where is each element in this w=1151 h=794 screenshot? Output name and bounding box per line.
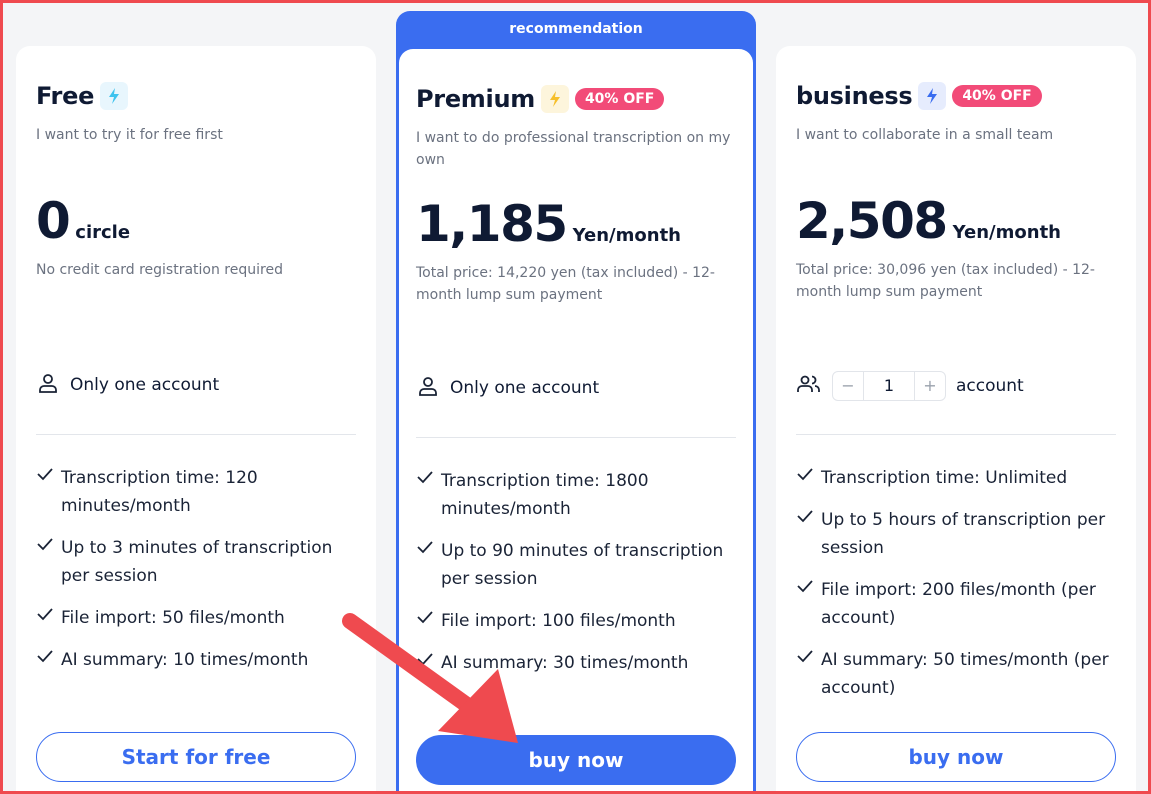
check-icon (416, 467, 441, 523)
feature-item: AI summary: 50 times/month (per account) (796, 646, 1118, 702)
feature-text: Up to 5 hours of transcription per sessi… (821, 510, 1106, 558)
check-icon (796, 576, 821, 632)
check-icon (36, 604, 61, 632)
discount-badge: 40% OFF (952, 85, 1042, 107)
plan-description: I want to collaborate in a small team (796, 127, 1054, 143)
account-text: Only one account (70, 375, 220, 395)
plan-description: I want to do professional transcription … (416, 130, 731, 168)
price: 1,185 Yen/month (416, 195, 681, 253)
account-row: − 1 + account (796, 371, 1024, 401)
price-note: No credit card registration required (36, 262, 283, 278)
plan-header: Premium 40% OFF (416, 85, 665, 113)
feature-text: File import: 50 files/month (61, 608, 285, 628)
feature-text: Transcription time: Unlimited (821, 468, 1068, 488)
price-note: Total price: 30,096 yen (tax included) -… (796, 262, 1095, 300)
feature-item: Up to 90 minutes of transcription per se… (416, 537, 738, 593)
recommendation-label: recommendation (509, 21, 643, 37)
increment-button[interactable]: + (915, 372, 945, 400)
check-icon (416, 537, 441, 593)
feature-item: File import: 200 files/month (per accoun… (796, 576, 1118, 632)
feature-text: Transcription time: 1800 minutes/month (441, 471, 649, 519)
lightning-icon (540, 85, 569, 113)
decrement-button[interactable]: − (833, 372, 863, 400)
feature-text: File import: 200 files/month (per accoun… (821, 580, 1096, 628)
plan-title: Premium (416, 85, 535, 113)
check-icon (36, 464, 61, 520)
feature-item: Up to 3 minutes of transcription per ses… (36, 534, 358, 590)
feature-text: Up to 90 minutes of transcription per se… (441, 541, 724, 589)
divider (36, 434, 356, 435)
plan-card-business: business 40% OFF I want to collaborate i… (776, 46, 1136, 791)
divider (416, 437, 736, 438)
price-unit: circle (75, 222, 131, 243)
annotation-arrow-icon (342, 613, 518, 743)
plan-card-free: Free I want to try it for free first 0 c… (16, 46, 376, 791)
account-text: account (956, 376, 1024, 396)
price: 0 circle (36, 192, 130, 250)
feature-text: AI summary: 50 times/month (per account) (821, 650, 1109, 698)
feature-item: Up to 5 hours of transcription per sessi… (796, 506, 1118, 562)
account-row: Only one account (416, 374, 599, 402)
lightning-icon (918, 82, 947, 110)
feature-item: Transcription time: Unlimited (796, 464, 1118, 492)
plan-title: Free (36, 82, 95, 110)
lightning-icon (100, 82, 129, 110)
price: 2,508 Yen/month (796, 192, 1061, 250)
users-icon (796, 372, 822, 400)
plan-header: business 40% OFF (796, 82, 1042, 110)
feature-item: Transcription time: 120 minutes/month (36, 464, 358, 520)
pricing-screen: Free I want to try it for free first 0 c… (0, 0, 1151, 794)
plan-header: Free (36, 82, 129, 110)
plan-description: I want to try it for free first (36, 127, 223, 143)
feature-item: Transcription time: 1800 minutes/month (416, 467, 738, 523)
price-amount: 2,508 (796, 192, 948, 250)
price-amount: 1,185 (416, 195, 568, 253)
quantity-input[interactable]: 1 (863, 372, 915, 400)
feature-list: Transcription time: 120 minutes/month Up… (36, 464, 358, 688)
divider (796, 434, 1116, 435)
check-icon (36, 646, 61, 674)
price-amount: 0 (36, 192, 71, 250)
feature-text: Transcription time: 120 minutes/month (61, 468, 258, 516)
plan-title: business (796, 82, 913, 110)
user-icon (416, 374, 440, 402)
account-quantity-stepper: − 1 + (832, 371, 946, 401)
check-icon (796, 506, 821, 562)
user-icon (36, 371, 60, 399)
account-row: Only one account (36, 371, 219, 399)
buy-now-button[interactable]: buy now (796, 732, 1116, 782)
feature-item: File import: 50 files/month (36, 604, 358, 632)
check-icon (796, 646, 821, 702)
account-text: Only one account (450, 378, 600, 398)
feature-item: AI summary: 10 times/month (36, 646, 358, 674)
feature-text: AI summary: 10 times/month (61, 650, 309, 670)
price-note: Total price: 14,220 yen (tax included) -… (416, 265, 715, 303)
feature-list: Transcription time: Unlimited Up to 5 ho… (796, 464, 1118, 716)
check-icon (796, 464, 821, 492)
price-unit: Yen/month (572, 225, 681, 246)
start-for-free-button[interactable]: Start for free (36, 732, 356, 782)
price-unit: Yen/month (952, 222, 1061, 243)
feature-text: Up to 3 minutes of transcription per ses… (61, 538, 333, 586)
discount-badge: 40% OFF (574, 88, 665, 110)
check-icon (36, 534, 61, 590)
